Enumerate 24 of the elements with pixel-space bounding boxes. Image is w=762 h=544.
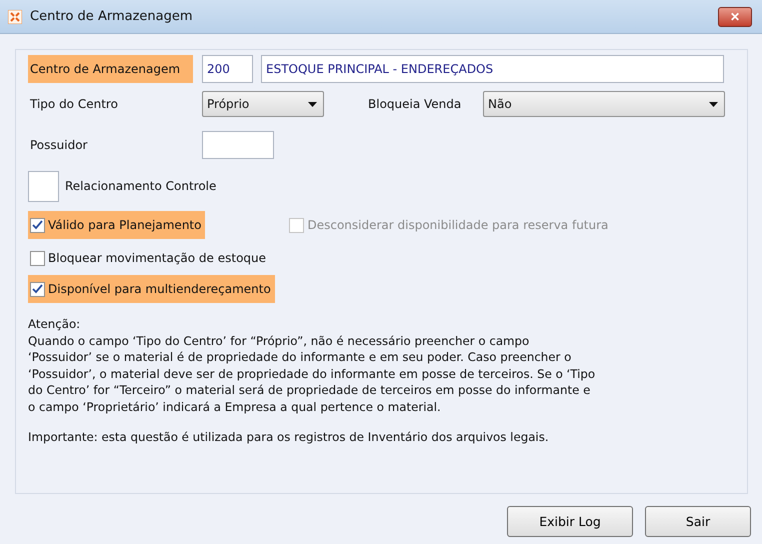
field-label: Possuidor [29,137,88,154]
checkbox[interactable]: Bloquear movimentação de estoque [28,244,270,272]
owner-field[interactable] [202,131,274,159]
field-label: Relacionamento Controle [65,179,216,193]
name-field[interactable]: ESTOQUE PRINCIPAL - ENDEREÇADOS [261,54,724,82]
check-icon [32,220,43,230]
app-logo-icon [8,10,22,24]
important-note: Importante: esta questão é utilizada para os registros de Inventário dos arquivos legais. [28,430,550,444]
dropdown-arrow-icon [308,102,317,106]
field-label: Bloqueia Venda [367,96,462,113]
checkbox[interactable]: Disponível para multiendereçamento [28,275,275,303]
sales-block-dropdown[interactable]: Não [483,91,725,117]
dropdown-arrow-icon [709,102,718,106]
show-log-button[interactable]: Exibir Log [507,506,633,537]
window-title: Centro de Armazenagem [30,9,194,24]
check-icon [32,284,43,294]
checkbox[interactable]: Válido para Planejamento [28,211,206,239]
field-label: Centro de Armazenagem [28,54,193,82]
notice-text: Atenção: Quando o campo ‘Tipo do Centro’ for “Próprio”, não é necessário preencher o campo ‘Possuidor’ se o material é de propriedade do informante e em seu poder. Caso preencher o ‘Possuidor’, o material deve ser de propriedade do informante em posse de terceiros. Se o ‘Tipo do Centro’ for “Terceiro” o material será de propriedade de terceiros em posse do informante e o campo ‘Proprietário’ indicará a Empresa a qual pertence o material. [28,316,596,415]
relation-field[interactable] [28,170,59,202]
type-dropdown[interactable]: Próprio [202,91,324,117]
exit-button[interactable]: Sair [645,506,751,537]
field-label: Tipo do Centro [29,96,119,113]
code-field[interactable]: 200 [202,54,253,82]
